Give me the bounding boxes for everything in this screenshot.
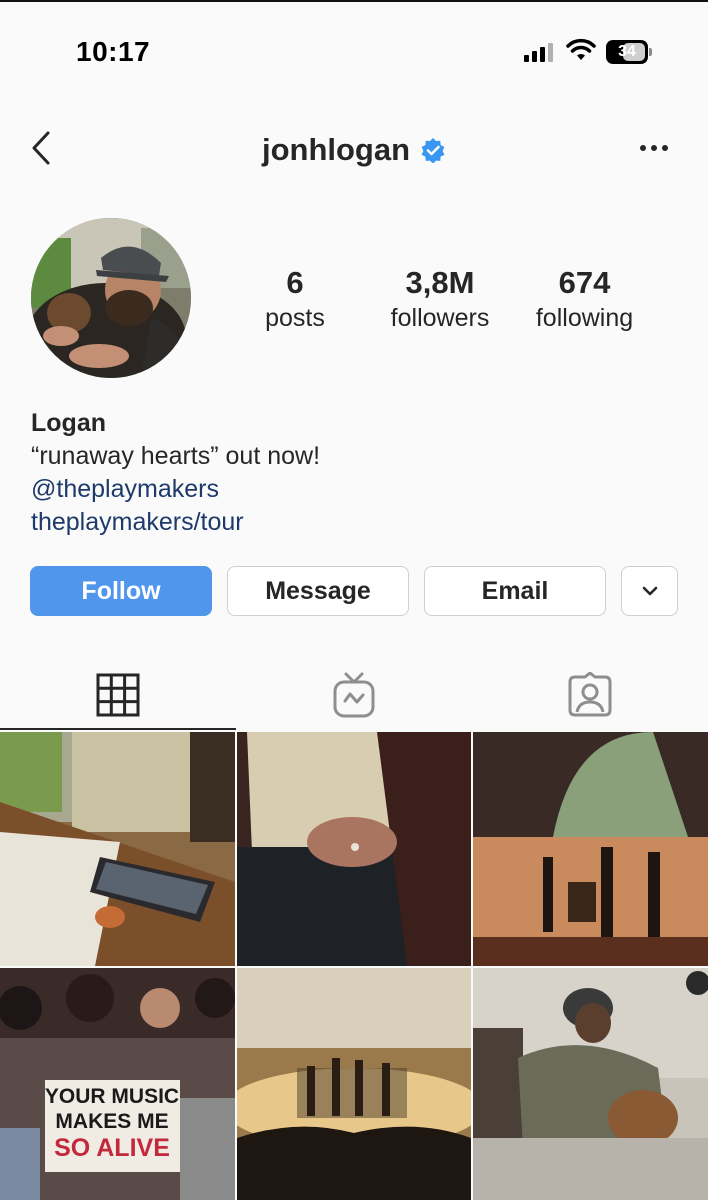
battery-icon: 34 <box>606 40 652 64</box>
more-options-icon[interactable] <box>634 132 674 164</box>
following-count: 674 <box>558 265 611 300</box>
suggested-accounts-button[interactable] <box>621 566 678 616</box>
username: jonhlogan <box>261 132 411 167</box>
email-button[interactable]: Email <box>424 566 606 616</box>
status-bar: 10:17 34 <box>0 0 708 100</box>
sign-text-line-2: MAKES ME <box>55 1110 168 1133</box>
post-thumbnail[interactable] <box>473 968 708 1200</box>
post-thumbnail[interactable] <box>473 732 708 966</box>
display-name: Logan <box>31 409 106 437</box>
tagged-icon <box>568 672 612 717</box>
posts-label: posts <box>265 304 325 332</box>
profile-header-title: jonhlogan <box>0 128 708 172</box>
status-time: 10:17 <box>76 36 151 67</box>
bio-website-link[interactable]: theplaymakers/tour <box>31 506 671 539</box>
bio-mention-link[interactable]: @theplaymakers <box>31 473 671 506</box>
stat-following[interactable]: 674 following <box>522 264 647 334</box>
tab-posts-grid[interactable] <box>0 660 236 730</box>
message-button[interactable]: Message <box>227 566 409 616</box>
followers-label: followers <box>390 304 490 332</box>
active-tab-indicator <box>0 728 236 730</box>
bio: Logan “runaway hearts” out now! @theplay… <box>31 406 671 539</box>
post-thumbnail[interactable] <box>0 732 235 966</box>
verified-badge-icon <box>420 137 446 164</box>
follow-button[interactable]: Follow <box>30 566 212 616</box>
avatar[interactable] <box>31 218 191 378</box>
igtv-icon <box>333 672 375 718</box>
posts-grid: YOUR MUSIC MAKES ME SO ALIVE <box>0 732 708 1200</box>
post-thumbnail[interactable]: YOUR MUSIC MAKES ME SO ALIVE <box>0 968 235 1200</box>
following-label: following <box>535 304 634 332</box>
grid-icon <box>96 673 140 717</box>
tab-tagged[interactable] <box>472 660 708 730</box>
stat-followers[interactable]: 3,8M followers <box>370 264 510 334</box>
wifi-icon <box>566 38 596 67</box>
tab-igtv[interactable] <box>236 660 472 730</box>
battery-level: 34 <box>618 43 636 60</box>
sign-text-line-3: SO ALIVE <box>54 1134 170 1162</box>
post-thumbnail[interactable] <box>237 732 471 966</box>
sign-text-line-1: YOUR MUSIC <box>45 1085 179 1108</box>
posts-count: 6 <box>286 265 304 300</box>
chevron-down-icon <box>642 586 657 596</box>
post-thumbnail[interactable] <box>237 968 471 1200</box>
cellular-signal-icon <box>524 42 553 62</box>
stat-posts[interactable]: 6 posts <box>245 264 345 334</box>
followers-count: 3,8M <box>405 265 475 300</box>
bio-text: “runaway hearts” out now! <box>31 442 321 470</box>
